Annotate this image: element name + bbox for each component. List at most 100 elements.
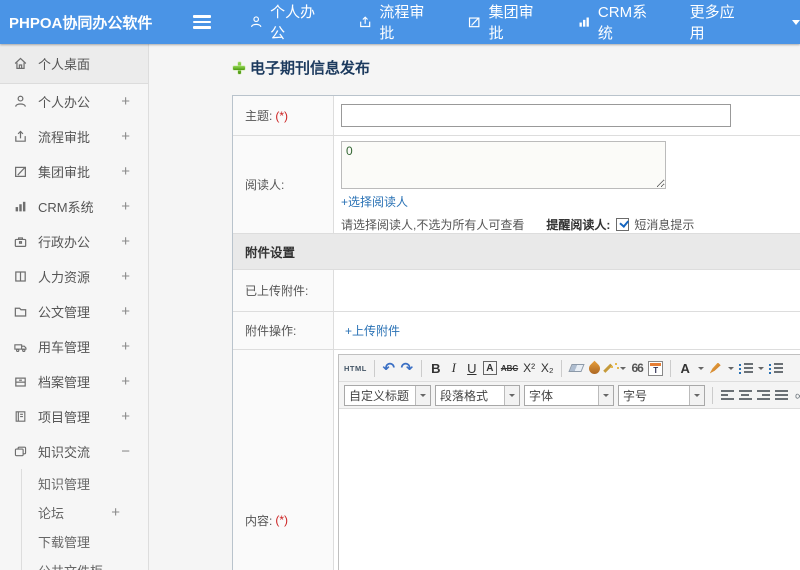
paragraph-format-select[interactable]: 段落格式 [435,384,520,406]
sidebar-subitem-label: 论坛 [38,506,65,521]
hamburger-menu-icon[interactable] [192,15,211,29]
sidebar-item-admin-office[interactable]: 行政办公 + [0,224,148,259]
sidebar-item-label: 集团审批 [38,165,91,180]
font-size-select[interactable]: 字号 [618,384,705,406]
nav-more-apps[interactable]: 更多应用 [690,1,744,43]
collapse-minus-toggle[interactable]: − [121,443,130,460]
nav-label: 集团审批 [488,4,534,42]
font-color-button[interactable]: A [678,358,692,378]
page-title: 电子期刊信息发布 [232,57,800,78]
autotypeset-wand-button[interactable] [605,358,627,378]
sidebar-item-vehicle-management[interactable]: 用车管理 + [0,329,148,364]
sidebar-item-archive-management[interactable]: 档案管理 + [0,364,148,399]
nav-personal-office[interactable]: 个人办公 [249,1,324,43]
chart-icon [579,17,589,27]
sidebar-subitem-public-file-cabinet[interactable]: 公共文件柜 [22,556,148,570]
html-source-button[interactable]: HTML [344,358,367,378]
nav-workflow-approval[interactable]: 流程审批 [358,1,433,43]
caret-down-icon[interactable] [758,366,765,370]
font-border-button[interactable]: A [482,361,497,375]
sidebar-item-knowledge-exchange[interactable]: 知识交流 − [0,434,148,469]
insert-link-button[interactable]: ∞ [792,385,800,405]
redo-button[interactable]: ↷ [400,358,414,378]
app-logo-title: PHPOA协同办公软件 [9,14,153,32]
expand-plus-toggle[interactable]: + [121,93,130,110]
expand-plus-toggle[interactable]: + [121,163,130,180]
align-left-button[interactable] [720,385,734,405]
paste-text-button[interactable]: T [648,358,664,378]
format-brush-button[interactable] [586,358,602,378]
sidebar-item-label: 公文管理 [38,305,91,320]
align-right-button[interactable] [756,385,770,405]
sidebar-subitem-forum[interactable]: 论坛 + [22,498,148,527]
expand-plus-toggle[interactable]: + [121,268,130,285]
caret-down-icon [415,385,430,405]
sidebar-subitem-knowledge-management[interactable]: 知识管理 [22,469,148,498]
expand-plus-toggle[interactable]: + [111,504,120,521]
nav-group-approval[interactable]: 集团审批 [467,1,542,43]
publish-form: 主题: (*) 阅读人: 0 +选择阅读人 请选择阅读人,不选为所有人可查看 提… [232,95,800,570]
expand-plus-toggle[interactable]: + [121,303,130,320]
expand-plus-toggle[interactable]: + [121,233,130,250]
top-bar: PHPOA协同办公软件 个人办公 流程审批 集团审批 CRM系统 更多应用 [0,0,800,44]
expand-plus-toggle[interactable]: + [121,128,130,145]
align-left-icon [720,390,734,400]
sidebar-item-personal-office[interactable]: 个人办公 + [0,84,148,119]
home-icon [14,57,27,69]
upload-attachment-link[interactable]: +上传附件 [345,322,800,339]
blockquote-button[interactable]: 66 [630,358,644,378]
remove-format-eraser-button[interactable] [568,358,585,378]
caret-down-icon[interactable] [728,366,735,370]
editor-content-area[interactable] [339,409,800,570]
superscript-button[interactable]: X² [522,358,536,378]
page-title-text: 电子期刊信息发布 [250,60,371,77]
sidebar-item-project-management[interactable]: 项目管理 + [0,399,148,434]
subject-row: 主题: (*) [233,96,800,136]
sidebar-item-workflow-approval[interactable]: 流程审批 + [0,119,148,154]
sidebar-subitem-label: 下载管理 [38,535,91,550]
nav-label: 更多应用 [689,4,735,42]
italic-button[interactable]: I [447,358,461,378]
expand-plus-toggle[interactable]: + [121,408,130,425]
sidebar-item-personal-desktop[interactable]: 个人桌面 [0,44,148,84]
font-family-select[interactable]: 字体 [524,384,614,406]
expand-plus-toggle[interactable]: + [121,338,130,355]
main-content: 电子期刊信息发布 主题: (*) 阅读人: 0 +选择阅读人 请选择阅读人,不选… [149,44,800,570]
select-readers-link[interactable]: +选择阅读人 [341,195,408,209]
readers-hint-text: 请选择阅读人,不选为所有人可查看 [341,218,525,232]
nav-label: 个人办公 [270,4,316,42]
remind-readers-label: 提醒阅读人: [546,218,611,232]
sidebar-item-document-management[interactable]: 公文管理 + [0,294,148,329]
sidebar-item-group-approval[interactable]: 集团审批 + [0,154,148,189]
attachment-section-header: 附件设置 [233,234,800,270]
justify-button[interactable] [774,385,788,405]
underline-button[interactable]: U [465,358,479,378]
caret-down-icon[interactable] [698,366,705,370]
sidebar-item-human-resources[interactable]: 人力资源 + [0,259,148,294]
readers-textarea[interactable]: 0 [341,141,666,189]
undo-button[interactable]: ↶ [382,358,396,378]
ordered-list-button[interactable] [738,358,753,378]
sidebar-item-crm-system[interactable]: CRM系统 + [0,189,148,224]
unordered-list-button[interactable] [768,358,783,378]
align-center-button[interactable] [738,385,752,405]
nav-crm-system[interactable]: CRM系统 [577,1,656,43]
strikethrough-button[interactable]: ABC [501,358,518,378]
sidebar-item-label: CRM系统 [38,200,94,215]
highlight-color-button[interactable] [708,358,722,378]
sidebar-item-label: 流程审批 [38,130,91,145]
caret-down-icon[interactable] [792,19,800,25]
bold-button[interactable]: B [429,358,443,378]
caret-down-icon [598,385,613,405]
sms-notify-checkbox[interactable] [616,218,630,231]
subscript-button[interactable]: X₂ [540,358,554,378]
subject-label: 主题: (*) [233,96,334,135]
sidebar-item-label: 行政办公 [38,235,91,250]
custom-heading-select[interactable]: 自定义标题 [344,384,431,406]
expand-plus-toggle[interactable]: + [121,198,130,215]
subject-input[interactable] [341,104,731,127]
expand-plus-toggle[interactable]: + [121,373,130,390]
folder-icon [14,307,27,317]
sidebar-subitem-download-management[interactable]: 下载管理 [22,527,148,556]
edit-icon [15,166,26,177]
